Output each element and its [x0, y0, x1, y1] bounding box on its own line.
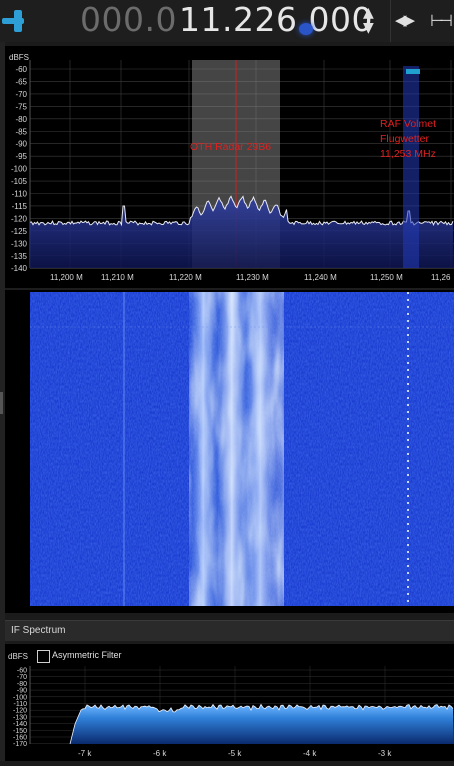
spectrum-fill — [30, 196, 454, 268]
if-spectrum-fill — [70, 704, 454, 744]
if-x-tick-label: -6 k — [153, 749, 167, 758]
spectrum-y-tick-label: -65 — [15, 77, 27, 86]
raf-volmet-annotation-line2: Flugwetter — [380, 133, 430, 145]
spectrum-y-tick-label: -95 — [15, 152, 27, 161]
spectrum-y-tick-label: -110 — [12, 190, 28, 199]
spectrum-svg[interactable]: dBFS -60 -65 -70 -75 -80 -85 -90 -95 -100 -105 -11… — [5, 46, 454, 613]
spectrum-unit-label: dBFS — [9, 53, 29, 62]
spectrum-y-tick-label: -130 — [11, 239, 28, 248]
if-spectrum-header[interactable]: IF Spectrum — [5, 620, 454, 641]
span-icon[interactable]: ⊢⊣ — [430, 11, 453, 30]
spectrum-y-tick-label: -100 — [11, 165, 28, 174]
spectrum-x-tick-label: 11,240 M — [304, 273, 337, 282]
spectrum-x-tick-label: 11,26 — [431, 273, 451, 282]
spectrum-x-tick-label: 11,250 M — [370, 273, 403, 282]
bookmark-band — [403, 66, 419, 268]
spectrum-y-tick-label: -135 — [11, 252, 28, 261]
if-spectrum-svg[interactable]: -60-70-80-90-100-110-120-130-140-150-160… — [5, 644, 454, 761]
if-spectrum-title: IF Spectrum — [11, 625, 66, 636]
if-y-tick-label: -170 — [13, 741, 27, 748]
spectrum-panel: dBFS -60 -65 -70 -75 -80 -85 -90 -95 -100 -105 -11… — [5, 46, 454, 613]
spectrum-y-tick-label: -120 — [11, 214, 28, 223]
left-edge-handle[interactable] — [0, 392, 3, 414]
frequency-display[interactable]: 11.226.000 — [179, 0, 373, 41]
if-x-tick-label: -4 k — [303, 749, 317, 758]
frequency-leading-digits[interactable]: 000.0 — [80, 0, 177, 41]
toolbar-divider — [390, 0, 391, 42]
asymmetric-filter-checkbox[interactable] — [37, 650, 50, 663]
spectrum-x-tick-label: 11,210 M — [101, 273, 134, 282]
spectrum-y-tick-label: -125 — [11, 227, 28, 236]
spectrum-y-tick-label: -80 — [15, 115, 27, 124]
spectrum-y-tick-label: -90 — [15, 140, 27, 149]
spectrum-y-tick-label: -70 — [15, 90, 27, 99]
if-x-tick-label: -3 k — [378, 749, 392, 758]
step-down-icon[interactable]: ▼ — [363, 20, 374, 36]
oth-radar-annotation: OTH Radar 29B6 — [190, 141, 271, 153]
spectrum-x-tick-label: 11,230 M — [236, 273, 269, 282]
bookmark-marker[interactable] — [406, 69, 420, 74]
if-unit-label: dBFS — [8, 652, 29, 661]
asymmetric-filter-label: Asymmetric Filter — [52, 650, 122, 660]
spectrum-x-labels: 11,200 M 11,210 M 11,220 M 11,230 M 11,240 M… — [50, 273, 451, 282]
if-x-tick-label: -5 k — [228, 749, 242, 758]
tuning-cursor — [299, 23, 313, 35]
spectrum-y-tick-label: -85 — [15, 127, 27, 136]
spectrum-y-tick-label: -140 — [11, 264, 28, 273]
swap-arrows-icon[interactable]: ◀▶ — [395, 11, 415, 29]
frequency-toolbar: 000.0 11.226.000 ▲ ▼ ◀▶ ⊢⊣ — [0, 0, 454, 42]
spectrum-y-tick-label: -75 — [15, 102, 27, 111]
spectrum-y-tick-label: -115 — [12, 202, 28, 211]
raf-volmet-annotation-line3: 11,253 MHz — [380, 148, 436, 160]
waterfall[interactable] — [30, 292, 454, 606]
volume-slider-thumb[interactable] — [14, 10, 22, 32]
spectrum-x-tick-label: 11,220 M — [169, 273, 202, 282]
if-x-tick-label: -7 k — [78, 749, 92, 758]
spectrum-y-tick-label: -60 — [15, 65, 27, 74]
if-x-labels: -7 k -6 k -5 k -4 k -3 k — [78, 749, 392, 758]
if-spectrum-panel: -60 -70 -80 -90 -100 -110 -120 -130 -140 -150 -160… — [5, 644, 454, 761]
waterfall-signal-streaks — [189, 292, 284, 606]
spectrum-y-tick-label: -105 — [11, 177, 28, 186]
raf-volmet-annotation-line1: RAF Volmet — [380, 118, 436, 130]
spectrum-x-tick-label: 11,200 M — [50, 273, 83, 282]
step-up-icon[interactable]: ▲ — [363, 5, 374, 21]
spectrum-plot: dBFS -60 -65 -70 -75 -80 -85 -90 -95 -100 -105 -11… — [5, 53, 454, 290]
